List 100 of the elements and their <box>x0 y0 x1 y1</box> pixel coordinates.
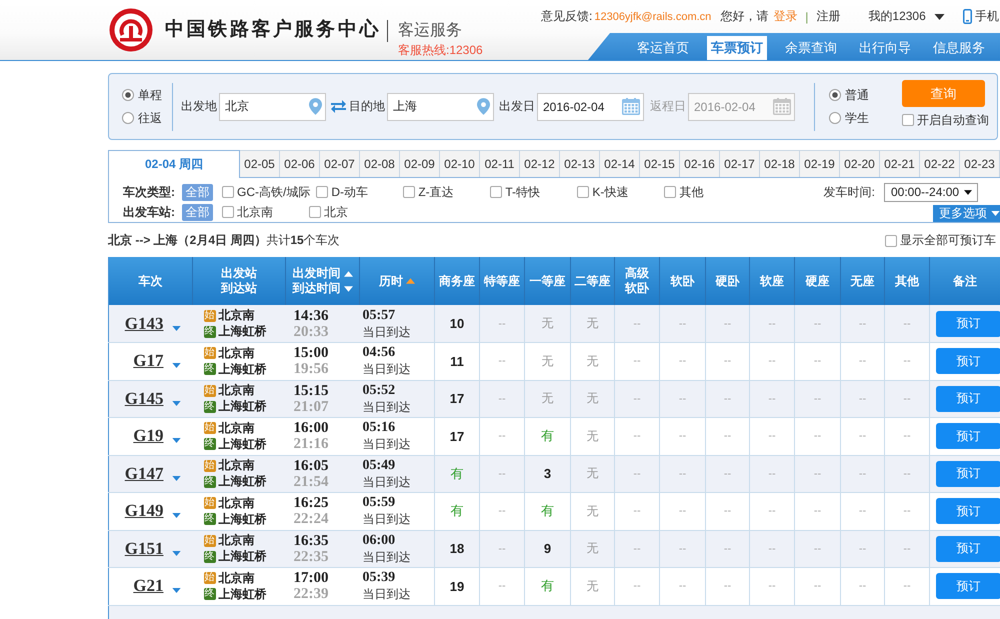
checkbox-label[interactable]: 开启自动查询 <box>917 112 989 128</box>
train-number-link[interactable]: G19 <box>133 426 164 446</box>
seat-count-cell: -- <box>480 418 524 455</box>
swap-arrows-icon[interactable] <box>331 100 346 113</box>
caret-down-icon[interactable] <box>172 400 180 406</box>
checkbox-label[interactable]: 其他 <box>679 184 704 200</box>
input-field[interactable]: 2016-02-04 <box>537 92 644 120</box>
location-pin-icon[interactable] <box>309 98 322 115</box>
train-number-link[interactable]: G17 <box>133 351 164 372</box>
column-header[interactable]: 历时 <box>379 274 403 288</box>
checkbox[interactable] <box>664 186 676 198</box>
caret-down-icon[interactable] <box>172 550 180 556</box>
date-tab[interactable]: 02-20 <box>840 150 880 177</box>
train-number-link[interactable]: G143 <box>124 314 164 334</box>
checkbox[interactable] <box>403 186 416 198</box>
radio-button[interactable] <box>122 112 134 124</box>
register-link[interactable]: 注册 <box>816 8 840 25</box>
radio-label[interactable]: 学生 <box>845 110 869 126</box>
caret-down-icon[interactable] <box>172 476 180 481</box>
caret-down-icon[interactable] <box>172 363 180 368</box>
radio-button[interactable] <box>829 89 841 101</box>
filter-label: 出发车站: <box>123 204 176 220</box>
checkbox-label[interactable]: 北京南 <box>237 204 273 220</box>
checkbox-label[interactable]: GC-高铁/城际 <box>237 184 310 200</box>
train-number-link[interactable]: G145 <box>124 388 164 409</box>
caret-down-icon[interactable] <box>172 588 180 594</box>
checkbox[interactable] <box>222 206 234 218</box>
checkbox[interactable] <box>316 186 328 198</box>
date-tab[interactable]: 02-12 <box>520 150 560 177</box>
checkbox[interactable] <box>885 234 897 246</box>
date-tab[interactable]: 02-18 <box>760 150 800 177</box>
train-number-link[interactable]: G151 <box>124 538 164 559</box>
calendar-icon[interactable] <box>622 98 640 115</box>
arrival-mark: 终 <box>204 476 216 488</box>
caret-down-icon[interactable] <box>172 513 180 518</box>
arrival-time: 21:54 <box>294 474 330 490</box>
checkbox-label[interactable]: Z-直达 <box>418 184 454 200</box>
date-tab[interactable]: 02-21 <box>880 150 920 177</box>
seat-count-cell: -- <box>480 342 524 380</box>
date-tab[interactable]: 02-16 <box>680 150 720 177</box>
location-pin-icon[interactable] <box>477 98 490 115</box>
date-tab[interactable]: 02-17 <box>720 150 760 177</box>
checkbox-label[interactable]: 北京 <box>324 204 348 220</box>
radio-button[interactable] <box>122 89 134 101</box>
checkbox-label[interactable]: K-快速 <box>592 184 628 200</box>
date-tab[interactable]: 02-10 <box>440 150 480 177</box>
departure-mark: 始 <box>204 572 216 584</box>
date-tab[interactable]: 02-23 <box>960 150 1000 177</box>
date-tab[interactable]: 02-06 <box>280 150 320 177</box>
train-number-link[interactable]: G149 <box>124 501 164 522</box>
date-tab[interactable]: 02-14 <box>600 150 640 177</box>
date-tab[interactable]: 02-08 <box>360 150 400 177</box>
train-number-link[interactable]: G147 <box>124 464 164 484</box>
column-header: 一等座 <box>530 274 566 288</box>
date-tab[interactable]: 02-04 周四 <box>108 150 240 178</box>
seat-count-cell: -- <box>840 342 884 380</box>
checkbox[interactable] <box>490 186 502 198</box>
date-tab[interactable]: 02-09 <box>400 150 440 177</box>
seat-count-cell: -- <box>614 492 660 530</box>
nav-tab[interactable]: 车票预订 <box>707 36 767 60</box>
column-header[interactable]: 到达时间 <box>292 281 340 296</box>
radio-label[interactable]: 单程 <box>138 86 162 104</box>
sort-down-icon[interactable] <box>344 286 352 292</box>
checkbox-label[interactable]: T-特快 <box>505 184 540 200</box>
duration: 05:49 <box>362 458 396 474</box>
caret-down-icon[interactable] <box>172 326 180 330</box>
station-name: 上海虹桥 <box>218 436 266 453</box>
sort-up-icon[interactable] <box>344 270 352 276</box>
radio-label[interactable]: 普通 <box>845 86 869 104</box>
caret-down-icon[interactable] <box>172 438 180 444</box>
radio-button[interactable] <box>829 112 841 124</box>
date-tab[interactable]: 02-13 <box>560 150 600 177</box>
date-tab[interactable]: 02-07 <box>320 150 360 177</box>
more-options-button[interactable]: 更多选项 <box>933 205 1000 222</box>
sort-up-icon[interactable] <box>406 278 415 284</box>
account-menu-button[interactable]: 我的12306 <box>868 8 945 25</box>
date-tab[interactable]: 02-05 <box>240 150 280 177</box>
mobile-link[interactable]: 手机 <box>962 8 999 25</box>
checkbox-label[interactable]: 显示全部可预订车 <box>900 232 996 249</box>
checkbox[interactable] <box>902 114 914 126</box>
departure-time: 16:00 <box>294 420 330 436</box>
seat-count-cell: 有 <box>524 568 570 605</box>
checkbox[interactable] <box>309 206 321 218</box>
date-tab[interactable]: 02-15 <box>640 150 680 177</box>
checkbox[interactable] <box>577 186 590 198</box>
date-tab[interactable]: 02-11 <box>480 150 520 177</box>
train-number-link[interactable]: G21 <box>133 576 164 596</box>
input-field[interactable]: 北京 <box>219 92 326 120</box>
checkbox-label[interactable]: D-动车 <box>331 184 368 200</box>
seat-count-cell: -- <box>480 492 524 530</box>
seat-count-cell: -- <box>884 492 930 530</box>
date-tab[interactable]: 02-19 <box>800 150 840 177</box>
checkbox[interactable] <box>222 186 234 198</box>
depart-time-select[interactable]: 00:00--24:00 <box>884 182 978 202</box>
radio-label[interactable]: 往返 <box>138 110 162 126</box>
input-field[interactable]: 上海 <box>387 92 494 120</box>
seat-count-cell: 有 <box>524 418 570 455</box>
column-header: 其他 <box>895 274 919 288</box>
departure-mark: 始 <box>204 347 216 360</box>
date-tab[interactable]: 02-22 <box>920 150 960 177</box>
